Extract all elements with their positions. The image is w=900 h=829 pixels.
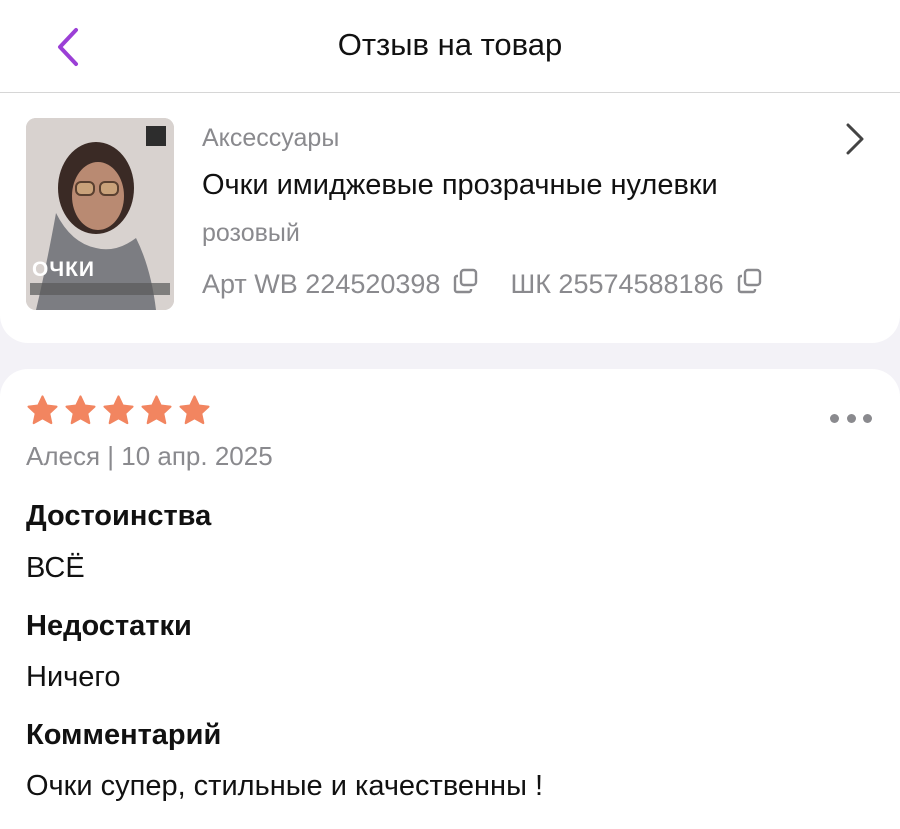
top-bar: Отзыв на товар — [0, 0, 900, 93]
copy-icon[interactable] — [736, 267, 764, 302]
product-card[interactable]: ОЧКИ Аксессуары Очки имиджевые прозрачны… — [0, 93, 900, 343]
chevron-right-icon[interactable] — [843, 121, 867, 157]
comment-text: Очки супер, стильные и качественны ! — [26, 770, 544, 802]
thumb-subtitle-strip — [30, 283, 170, 295]
star-icon — [179, 395, 210, 425]
product-name[interactable]: Очки имиджевые прозрачные нулевки — [202, 169, 718, 202]
barcode: ШК 25574588186 — [510, 269, 724, 299]
review-card: Алеся | 10 апр. 2025 Достоинства ВСЁ Нед… — [0, 369, 900, 829]
cons-heading: Недостатки — [26, 610, 192, 642]
cons-text: Ничего — [26, 661, 121, 693]
more-dots-icon — [830, 413, 839, 423]
thumb-caption: ОЧКИ — [32, 258, 96, 281]
star-icon — [103, 395, 134, 425]
art-wb-code: Арт WB 224520398 — [202, 269, 441, 299]
product-image[interactable]: ОЧКИ — [26, 118, 174, 310]
product-variant: розовый — [202, 219, 300, 247]
product-category: Аксессуары — [202, 124, 340, 152]
comment-heading: Комментарий — [26, 719, 222, 751]
rating-stars — [26, 394, 216, 427]
more-options-button[interactable] — [830, 409, 872, 427]
product-codes: Арт WB 224520398 ШК 25574588186 — [202, 267, 764, 302]
star-icon — [141, 395, 172, 425]
pros-heading: Достоинства — [26, 500, 212, 532]
pros-text: ВСЁ — [26, 552, 85, 584]
copy-icon[interactable] — [452, 267, 480, 302]
review-author-date: Алеся | 10 апр. 2025 — [26, 441, 273, 471]
star-icon — [65, 395, 96, 425]
star-icon — [27, 395, 58, 425]
page-title: Отзыв на товар — [337, 27, 563, 62]
